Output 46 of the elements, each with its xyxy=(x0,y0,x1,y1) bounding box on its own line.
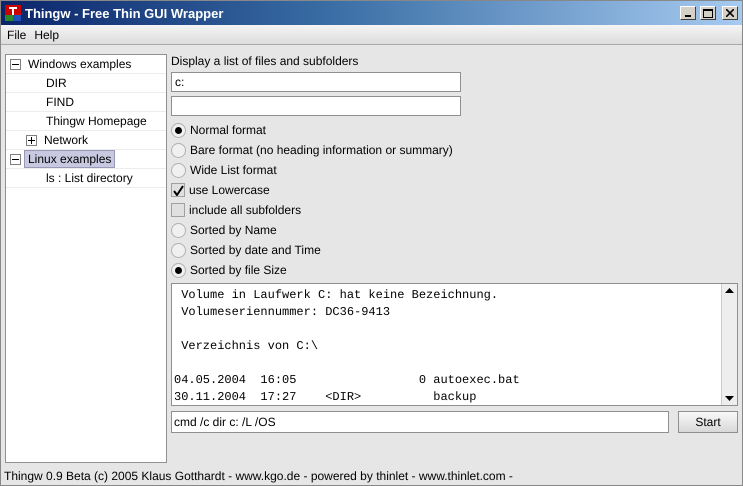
menu-item[interactable]: Help xyxy=(31,28,62,42)
tree-item[interactable]: DIR xyxy=(42,74,71,92)
collapse-icon[interactable] xyxy=(10,154,21,164)
option-label: include all subfolders xyxy=(189,203,302,217)
input-field[interactable]: c: xyxy=(171,72,461,92)
menu-item[interactable]: File xyxy=(4,28,30,42)
collapse-icon[interactable] xyxy=(10,58,21,70)
checkbox[interactable] xyxy=(171,183,185,197)
window-title: Thingw - Free Thin GUI Wrapper xyxy=(25,6,224,20)
radio-dot-icon xyxy=(175,266,182,274)
output-text: Volume in Laufwerk C: hat keine Bezeichnung. Volumeseriennummer: DC36-9413 Verzeichnis von C:\ 04.05.2004 16:05 0 autoexec.bat 30.11.2004 17:27 <DIR> backup xyxy=(173,287,521,405)
tree-item[interactable]: ls : List directory xyxy=(42,169,137,187)
radio-button[interactable] xyxy=(171,242,186,258)
checkbox[interactable] xyxy=(171,203,185,217)
tree-item[interactable]: FIND xyxy=(42,93,78,111)
radio-button[interactable] xyxy=(171,262,186,278)
checkmark-icon xyxy=(172,184,184,196)
status-text: Thingw 0.9 Beta (c) 2005 Klaus Gotthardt - www.kgo.de - powered by thinlet - www.thinlet.com - xyxy=(4,469,513,483)
command-field[interactable]: cmd /c dir c: /L /OS xyxy=(171,411,669,433)
tree-item[interactable]: Network xyxy=(40,131,92,149)
close-icon xyxy=(726,9,734,17)
option-label: Bare format (no heading information or summary) xyxy=(190,143,453,157)
scrollbar[interactable] xyxy=(721,284,737,405)
section-heading: Display a list of files and subfolders xyxy=(171,54,360,69)
start-button[interactable]: Start xyxy=(678,411,738,433)
close-button[interactable] xyxy=(722,6,738,20)
expand-icon[interactable] xyxy=(26,134,37,146)
radio-button[interactable] xyxy=(171,162,186,178)
option-label: use Lowercase xyxy=(189,183,270,197)
option-label: Wide List format xyxy=(190,163,277,177)
option-label: Normal format xyxy=(190,123,266,137)
maximize-button[interactable] xyxy=(700,6,716,20)
tree-item[interactable]: Windows examples xyxy=(24,55,136,73)
option-label: Sorted by date and Time xyxy=(190,243,321,257)
radio-button[interactable] xyxy=(171,142,186,158)
tree-item[interactable]: Linux examples xyxy=(24,150,116,168)
app-icon xyxy=(5,5,21,21)
option-label: Sorted by file Size xyxy=(190,263,287,277)
option-label: Sorted by Name xyxy=(190,223,277,237)
radio-dot-icon xyxy=(175,126,182,134)
maximize-icon xyxy=(703,8,713,18)
radio-button[interactable] xyxy=(171,122,186,138)
radio-button[interactable] xyxy=(171,222,186,238)
minimize-button[interactable] xyxy=(680,6,696,20)
input-field[interactable] xyxy=(171,96,461,116)
tree-item[interactable]: Thingw Homepage xyxy=(42,112,151,130)
